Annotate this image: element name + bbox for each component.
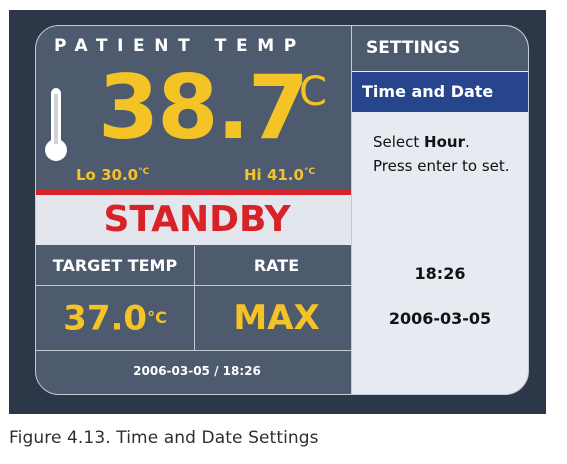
patient-temp-unit: °C (279, 69, 327, 115)
target-temp-number: 37.0 (63, 298, 148, 339)
params-value-row: 37.0°C MAX (36, 286, 358, 351)
date-field[interactable]: 2006-03-05 (352, 309, 528, 328)
settings-menu-item-time-date[interactable]: Time and Date (352, 72, 528, 112)
high-limit-label: Hi (244, 166, 262, 184)
target-temp-label: TARGET TEMP (52, 256, 178, 275)
high-limit: Hi 41.0°C (244, 166, 315, 184)
status-banner: STANDBY (36, 195, 358, 245)
figure-caption: Figure 4.13. Time and Date Settings (9, 428, 319, 448)
rate-value: MAX (195, 286, 358, 350)
low-limit-value: 30.0 (101, 166, 139, 184)
params-header-row: TARGET TEMP RATE (36, 246, 358, 286)
footer-datetime: 2006-03-05 / 18:26 (133, 364, 261, 378)
settings-instructions: Select Hour. Press enter to set. (373, 130, 523, 178)
instruction-suffix: . (464, 133, 470, 151)
instruction-prefix: Select (373, 133, 425, 151)
thermometer-icon (45, 88, 67, 161)
rate-number: MAX (233, 298, 320, 338)
target-temp-value: 37.0°C (36, 286, 194, 350)
low-limit: Lo 30.0°C (76, 166, 149, 184)
patient-temp-title: PATIENT TEMP (54, 36, 306, 56)
instruction-field: Hour (424, 133, 465, 151)
instruction-line2: Press enter to set. (373, 157, 510, 175)
low-limit-unit: °C (138, 167, 150, 177)
high-limit-unit: °C (303, 167, 316, 177)
target-temp-unit: °C (147, 308, 167, 327)
settings-title: SETTINGS (352, 26, 528, 71)
low-limit-label: Lo (76, 166, 96, 184)
rate-label: RATE (253, 256, 300, 275)
settings-panel: SETTINGS Time and Date Select Hour. Pres… (351, 25, 529, 395)
patient-temp-value: 38.7 (98, 56, 309, 159)
time-field[interactable]: 18:26 (352, 264, 528, 283)
high-limit-value: 41.0 (266, 166, 304, 184)
patient-temp-panel: PATIENT TEMP 38.7 °C Lo 30.0°C Hi 41.0°C… (35, 25, 359, 395)
